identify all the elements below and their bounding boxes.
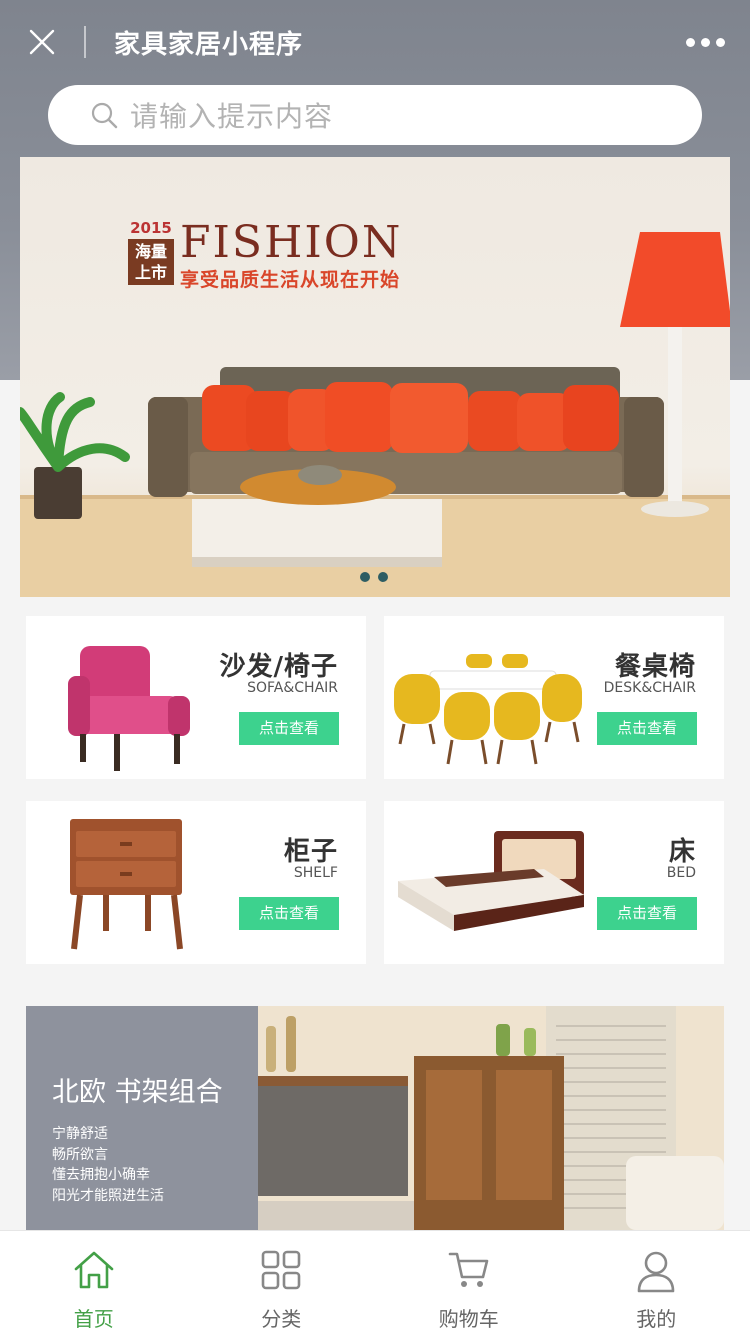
- banner-headline: FISHION: [180, 217, 403, 268]
- category-title: 床: [668, 837, 696, 867]
- promo-line: 畅所欲言: [52, 1146, 108, 1163]
- promo-line: 懂去拥抱小确幸: [52, 1167, 150, 1183]
- promo-title: 北欧 书架组合: [52, 1077, 223, 1108]
- nav-divider: [84, 26, 86, 58]
- category-card-dining[interactable]: 餐桌椅 DESK&CHAIR 点击查看: [384, 616, 724, 779]
- tab-label: 我的: [636, 1307, 677, 1331]
- home-icon: [74, 1251, 114, 1289]
- category-subtitle: SHELF: [293, 865, 338, 881]
- promo-lines: 宁静舒适 畅所欲言 懂去拥抱小确幸 阳光才能照进生活: [52, 1124, 164, 1206]
- search-icon: [91, 102, 118, 129]
- bed-image: [398, 831, 584, 931]
- user-icon: [637, 1251, 675, 1293]
- tab-label: 首页: [73, 1307, 114, 1331]
- carousel-dot[interactable]: [360, 572, 370, 582]
- dining-set-image: [394, 654, 582, 765]
- banner-badge: 2015 海量上市: [128, 219, 174, 285]
- search-input[interactable]: 请输入提示内容: [48, 85, 702, 145]
- grid-icon: [261, 1250, 301, 1290]
- view-button[interactable]: 点击查看: [239, 897, 339, 930]
- tab-cart[interactable]: 购物车: [375, 1231, 563, 1334]
- tab-label: 购物车: [438, 1307, 499, 1331]
- sofa-chair-image: [68, 646, 190, 771]
- view-button[interactable]: 点击查看: [239, 712, 339, 745]
- promo-banner[interactable]: 北欧 书架组合 宁静舒适 畅所欲言 懂去拥抱小确幸 阳光才能照进生活: [26, 1006, 724, 1230]
- tab-home[interactable]: 首页: [0, 1231, 188, 1334]
- banner-slogan: 享受品质生活从现在开始: [180, 269, 401, 291]
- more-icon[interactable]: [686, 38, 725, 47]
- category-subtitle: BED: [666, 865, 696, 881]
- category-card-shelf[interactable]: 柜子 SHELF 点击查看: [26, 801, 366, 964]
- category-subtitle: SOFA&CHAIR: [247, 680, 338, 696]
- search-placeholder: 请输入提示内容: [130, 100, 334, 133]
- banner-year: 2015: [130, 219, 172, 237]
- tab-bar: 首页 分类 购物车 我的: [0, 1230, 750, 1334]
- category-card-bed[interactable]: 床 BED 点击查看: [384, 801, 724, 964]
- promo-line: 阳光才能照进生活: [52, 1187, 164, 1204]
- category-subtitle: DESK&CHAIR: [603, 680, 696, 696]
- carousel-dot[interactable]: [378, 572, 388, 582]
- promo-text-panel: 北欧 书架组合 宁静舒适 畅所欲言 懂去拥抱小确幸 阳光才能照进生活: [26, 1006, 258, 1230]
- hero-banner[interactable]: 2015 海量上市 FISHION 享受品质生活从现在开始: [20, 157, 730, 597]
- view-button[interactable]: 点击查看: [597, 897, 697, 930]
- nightstand-image: [70, 819, 183, 950]
- promo-line: 宁静舒适: [52, 1126, 108, 1142]
- category-title: 柜子: [283, 837, 338, 867]
- tab-category[interactable]: 分类: [188, 1231, 376, 1334]
- category-title: 餐桌椅: [614, 652, 696, 682]
- banner-badge-text: 海量上市: [128, 239, 174, 285]
- page-title: 家具家居小程序: [114, 30, 304, 60]
- category-card-sofa[interactable]: 沙发/椅子 SOFA&CHAIR 点击查看: [26, 616, 366, 779]
- view-button[interactable]: 点击查看: [597, 712, 697, 745]
- carousel-indicator[interactable]: [360, 572, 388, 582]
- cart-icon: [448, 1252, 489, 1287]
- tab-label: 分类: [261, 1307, 302, 1331]
- nav-bar: 家具家居小程序: [0, 0, 750, 84]
- category-title: 沙发/椅子: [219, 652, 338, 682]
- close-icon[interactable]: [28, 28, 56, 56]
- tab-profile[interactable]: 我的: [563, 1231, 750, 1334]
